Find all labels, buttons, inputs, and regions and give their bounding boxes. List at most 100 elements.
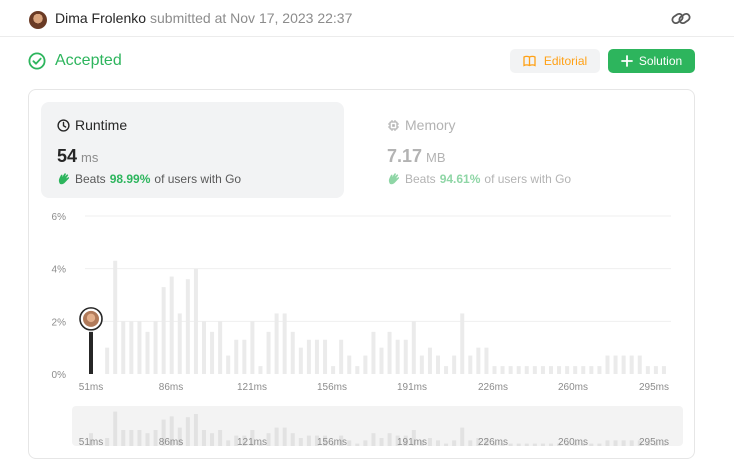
distribution-bar (218, 321, 223, 374)
distribution-bar (516, 366, 521, 374)
mini-bar (137, 430, 142, 446)
distribution-bar (597, 366, 602, 374)
check-circle-icon (28, 52, 46, 70)
x-tick-label: 226ms (478, 382, 508, 393)
distribution-bar (201, 321, 206, 374)
x-tick-label: 121ms (237, 382, 267, 393)
distribution-bar (589, 366, 594, 374)
mini-x-tick-label: 226ms (478, 437, 508, 448)
mini-bar (532, 443, 537, 446)
mini-bar (218, 430, 223, 446)
mini-bar (129, 430, 134, 446)
mini-bar (371, 433, 376, 446)
distribution-bar (282, 313, 287, 374)
distribution-bar (419, 355, 424, 374)
author-name[interactable]: Dima Frolenko (55, 10, 146, 26)
distribution-bar (444, 366, 449, 374)
distribution-bar (226, 355, 231, 374)
distribution-bar (347, 355, 352, 374)
distribution-bar (500, 366, 505, 374)
mini-bar (524, 443, 529, 446)
mini-bar (548, 443, 553, 446)
mini-bar (121, 430, 126, 446)
mini-bar (436, 440, 441, 446)
distribution-bar (661, 366, 666, 374)
mini-bar (629, 440, 634, 446)
mini-bar (105, 438, 110, 446)
distribution-bar (637, 355, 642, 374)
y-tick-label: 2% (52, 317, 67, 328)
mini-bar (185, 417, 190, 446)
distribution-bar (532, 366, 537, 374)
distribution-bar (613, 355, 618, 374)
distribution-bar (492, 366, 497, 374)
distribution-bar (274, 313, 279, 374)
mini-bar (452, 440, 457, 446)
distribution-bar (557, 366, 562, 374)
distribution-bar (210, 331, 215, 374)
distribution-bar (290, 331, 295, 374)
mini-bar (355, 443, 360, 446)
mini-x-tick-label: 295ms (639, 437, 669, 448)
share-link-button[interactable] (669, 8, 693, 30)
mini-bar (153, 430, 158, 446)
mini-bar (379, 438, 384, 446)
submitted-time: submitted at Nov 17, 2023 22:37 (150, 10, 353, 26)
solution-label: Solution (638, 54, 683, 68)
distribution-bar (436, 355, 441, 374)
submission-status: Accepted (28, 51, 122, 71)
distribution-bar (121, 321, 126, 374)
distribution-bar (355, 366, 360, 374)
mini-x-tick-label: 51ms (79, 437, 103, 448)
mini-x-tick-label: 156ms (317, 437, 347, 448)
x-tick-label: 191ms (397, 382, 427, 393)
distribution-bar (185, 279, 190, 374)
distribution-bar (573, 366, 578, 374)
distribution-bar (169, 276, 174, 374)
mini-bar (298, 438, 303, 446)
mini-bar (597, 443, 602, 446)
mini-x-tick-label: 121ms (237, 437, 267, 448)
user-avatar[interactable] (29, 11, 47, 29)
mini-bar (210, 433, 215, 446)
distribution-bar (323, 339, 328, 374)
mini-bar (274, 427, 279, 446)
distribution-bar (476, 347, 481, 374)
user-marker-face (86, 313, 96, 323)
mini-bar (145, 433, 150, 446)
distribution-bar (468, 355, 473, 374)
distribution-bar (411, 321, 416, 374)
distribution-bar (387, 331, 392, 374)
distribution-bar (258, 366, 263, 374)
distribution-bar (331, 366, 336, 374)
distribution-bar (129, 321, 134, 374)
link-icon (671, 12, 691, 25)
editorial-button[interactable]: Editorial (510, 49, 600, 73)
editorial-label: Editorial (543, 54, 588, 68)
post-solution-button[interactable]: Solution (608, 49, 695, 73)
distribution-bar (145, 331, 150, 374)
distribution-bar (298, 347, 303, 374)
distribution-bar (137, 321, 142, 374)
x-tick-label: 51ms (79, 382, 103, 393)
mini-bar (516, 443, 521, 446)
distribution-bar (379, 347, 384, 374)
distribution-bar (524, 366, 529, 374)
your-runtime-bar (89, 331, 93, 374)
mini-bar (306, 435, 311, 446)
mini-bar (621, 440, 626, 446)
y-tick-label: 6% (52, 212, 67, 223)
distribution-bar (508, 366, 513, 374)
status-label: Accepted (55, 52, 122, 69)
distribution-bar (452, 355, 457, 374)
distribution-bar (177, 313, 182, 374)
distribution-bar (371, 331, 376, 374)
distribution-bar (460, 313, 465, 374)
x-tick-label: 295ms (639, 382, 669, 393)
mini-bar (460, 427, 465, 446)
distribution-bar (105, 347, 110, 374)
distribution-bar (306, 339, 311, 374)
mini-bar (266, 433, 271, 446)
distribution-bar (427, 347, 432, 374)
distribution-bar (113, 260, 118, 374)
